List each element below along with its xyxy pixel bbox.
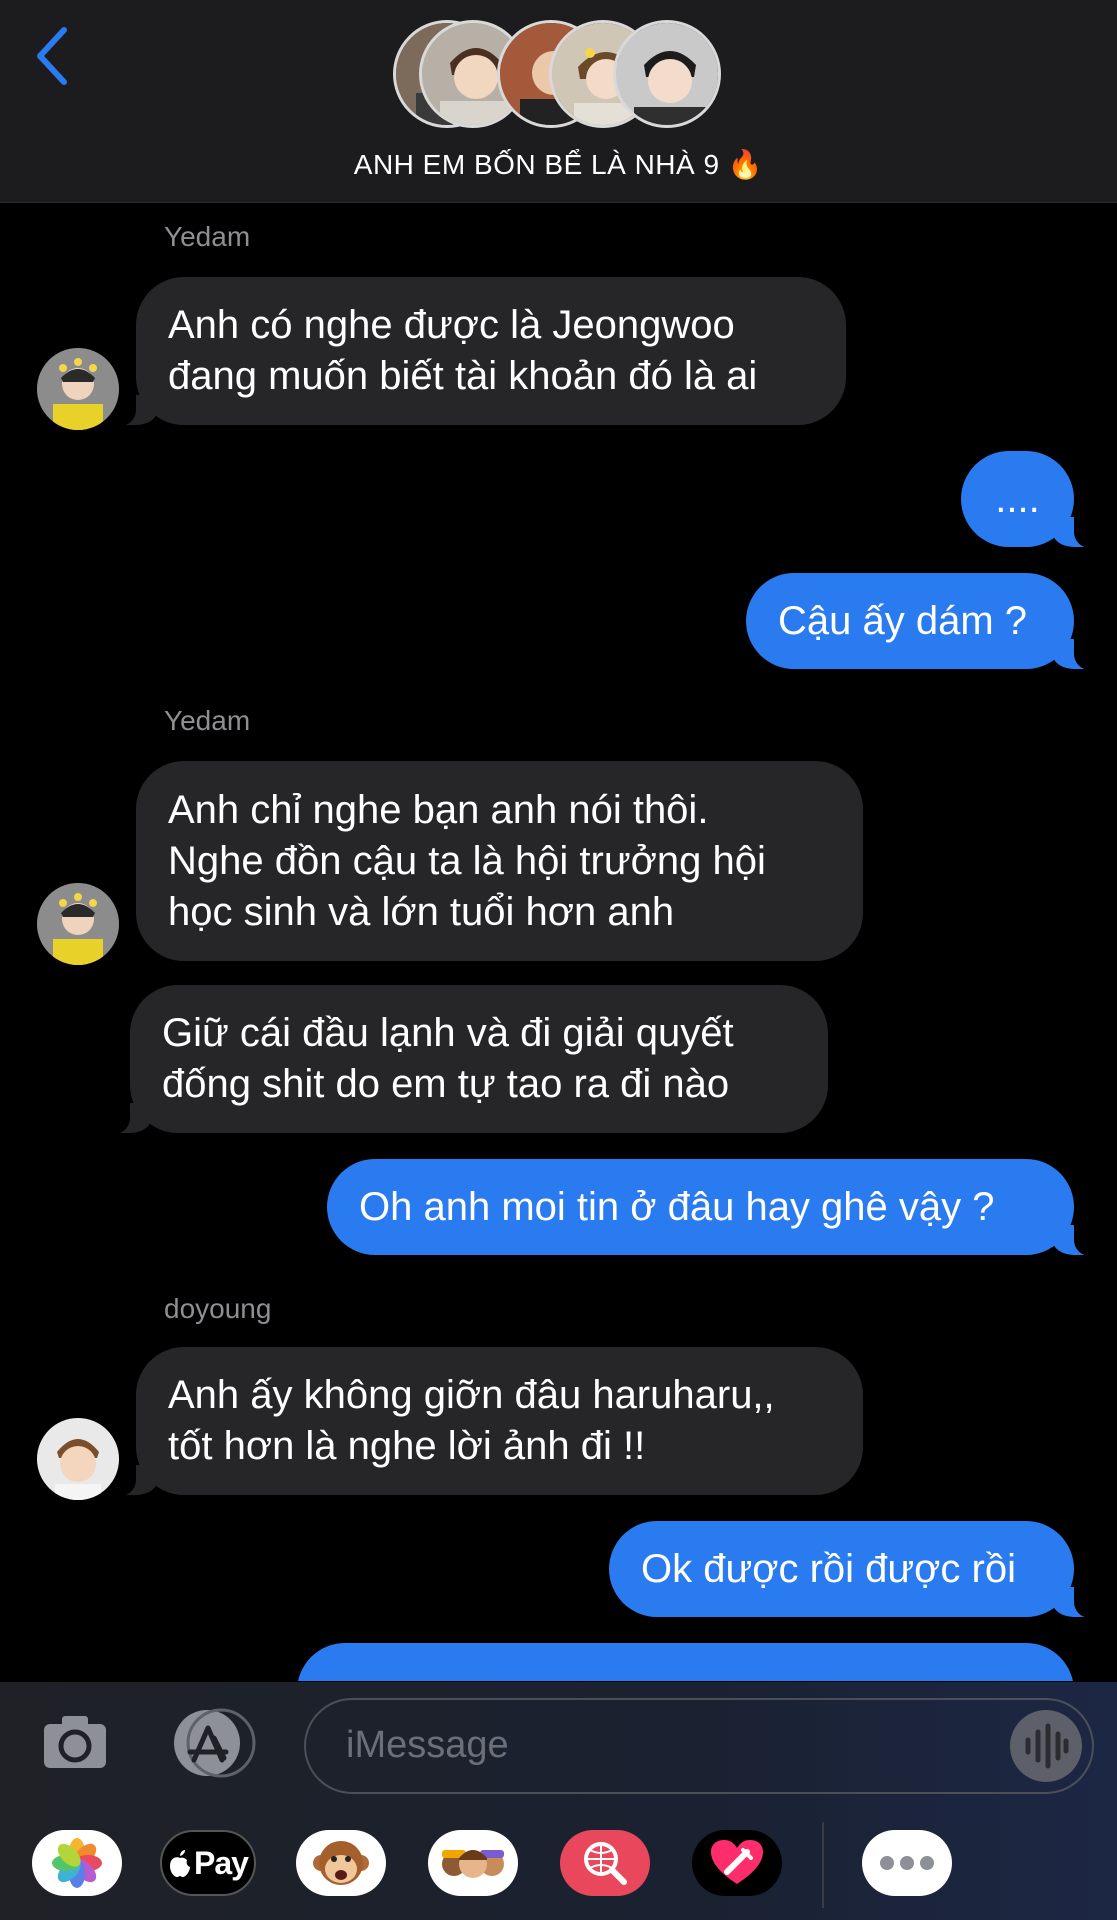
camera-button[interactable] (42, 1710, 108, 1776)
memoji-icon (442, 1850, 504, 1878)
digital-touch-icon (711, 1840, 763, 1884)
sender-avatar[interactable] (37, 348, 119, 430)
incoming-message-bubble[interactable]: Anh chỉ nghe bạn anh nói thôi. Nghe đồn … (136, 761, 863, 961)
message-text: .... (995, 476, 1040, 521)
group-member-avatar (613, 20, 721, 128)
message-text: Ok được rồi được rồi (641, 1546, 1016, 1591)
incoming-message-bubble[interactable]: Giữ cái đầu lạnh và đi giải quyết đống s… (100, 985, 828, 1134)
sender-name: doyoung (164, 1293, 272, 1324)
message-input[interactable]: iMessage (304, 1698, 1094, 1794)
sender-name: Yedam (164, 705, 251, 736)
message-text: Giữ cái đầu lạnh và đi giải quyết đống s… (162, 1011, 734, 1106)
web-search-button[interactable] (560, 1830, 650, 1896)
more-icon (880, 1856, 934, 1870)
message-text: Anh có nghe được là Jeongwoo đang muốn b… (168, 303, 758, 398)
message-list[interactable]: Yedam Anh có nghe được là Jeongwoo đang … (0, 203, 1117, 1681)
incoming-message-bubble[interactable]: Anh ấy không giỡn đâu haruharu,, tốt hơn… (106, 1347, 863, 1496)
voice-message-button[interactable] (1010, 1710, 1082, 1782)
group-avatar-stack[interactable] (393, 20, 723, 132)
compose-bar: iMessage Pay (0, 1682, 1117, 1920)
conversation-title-text: ANH EM BỐN BỂ LÀ NHÀ 9 (353, 149, 720, 180)
conversation-title[interactable]: ANH EM BỐN BỂ LÀ NHÀ 9 🔥 (0, 148, 1117, 181)
fire-emoji: 🔥 (727, 149, 764, 180)
app-store-icon (174, 1708, 256, 1778)
monkey-animoji-icon (313, 1841, 369, 1885)
app-store-button[interactable] (172, 1708, 258, 1778)
sender-avatar[interactable] (37, 883, 119, 965)
sender-name: Yedam (164, 221, 251, 252)
message-text: Anh ấy không giỡn đâu haruharu,, tốt hơn… (168, 1373, 775, 1468)
outgoing-message-bubble[interactable]: .... (961, 451, 1104, 548)
tray-divider (822, 1822, 824, 1908)
animoji-button[interactable] (296, 1830, 386, 1896)
digital-touch-button[interactable] (692, 1830, 782, 1896)
incoming-message-bubble[interactable]: Anh có nghe được là Jeongwoo đang muốn b… (106, 277, 846, 426)
apple-pay-icon (170, 1850, 191, 1877)
apple-pay-button[interactable]: Pay (160, 1830, 256, 1896)
back-button[interactable] (30, 22, 80, 92)
sender-avatar[interactable] (37, 1418, 119, 1500)
waveform-icon (1025, 1723, 1069, 1769)
outgoing-message-bubble[interactable]: Oh anh moi tin ở đâu hay ghê vậy ? (327, 1159, 1104, 1256)
camera-icon (44, 1716, 106, 1768)
app-drawer: Pay (0, 1822, 1117, 1912)
chevron-left-icon (37, 27, 67, 85)
more-apps-button[interactable] (862, 1830, 952, 1896)
web-search-icon (584, 1842, 627, 1885)
message-input-placeholder: iMessage (346, 1724, 509, 1766)
photos-icon (52, 1838, 102, 1888)
message-text: Cậu ấy dám ? (778, 598, 1028, 643)
memoji-button[interactable] (428, 1830, 518, 1896)
outgoing-message-bubble-partial[interactable] (297, 1643, 1074, 1681)
conversation-header: ANH EM BỐN BỂ LÀ NHÀ 9 🔥 (0, 0, 1117, 203)
outgoing-message-bubble[interactable]: Ok được rồi được rồi (609, 1521, 1104, 1618)
message-text: Anh chỉ nghe bạn anh nói thôi. Nghe đồn … (168, 787, 766, 934)
outgoing-message-bubble[interactable]: Cậu ấy dám ? (746, 573, 1104, 670)
apple-pay-label: Pay (194, 1844, 249, 1881)
photos-app-button[interactable] (32, 1830, 122, 1896)
message-text: Oh anh moi tin ở đâu hay ghê vậy ? (359, 1184, 995, 1229)
